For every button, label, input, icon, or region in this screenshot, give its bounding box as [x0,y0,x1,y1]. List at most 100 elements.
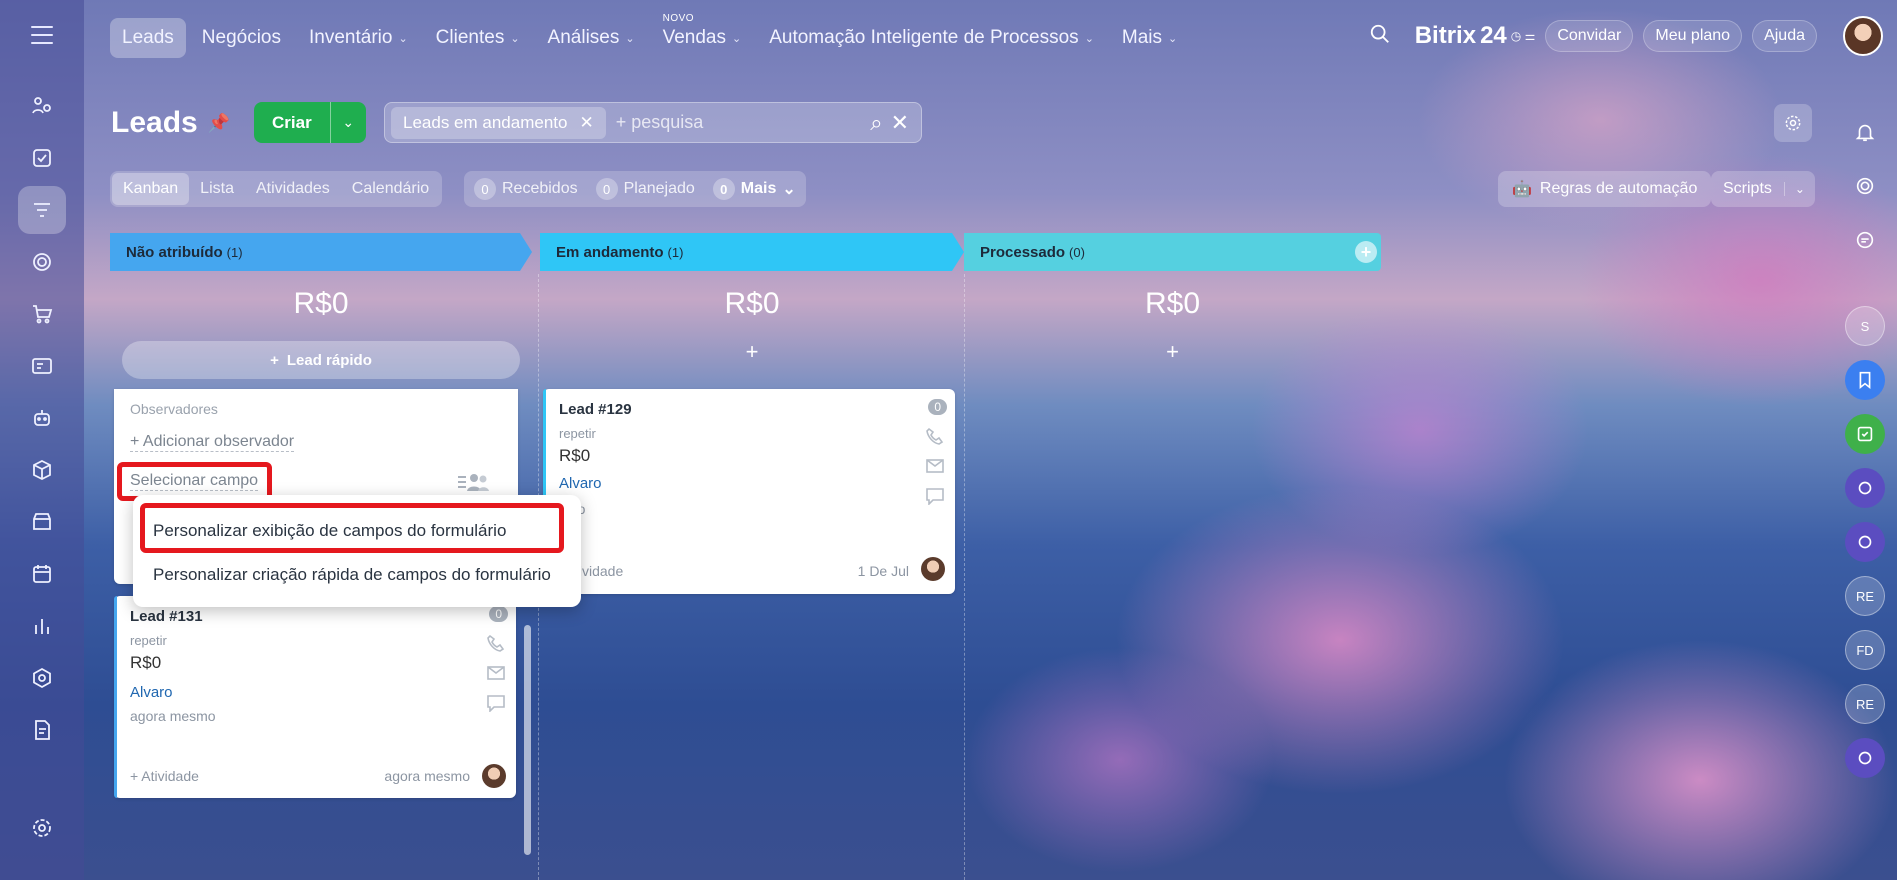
view-tab-2[interactable]: Atividades [245,173,341,205]
quick-add-button[interactable]: + [964,339,1381,377]
nav-item-label: Leads [122,27,174,48]
my-plan-button[interactable]: Meu plano [1643,20,1743,52]
user-avatar[interactable] [1843,16,1883,56]
store-icon[interactable] [18,498,66,546]
filter-chip[interactable]: Leads em andamento ✕ [391,106,606,139]
automation-rules-button[interactable]: 🤖 Regras de automação [1498,171,1712,207]
lead-card-131[interactable]: Lead #131 0 repetir R$0 Alvaro agora mes… [114,596,516,798]
message-icon[interactable] [486,694,506,712]
target-icon[interactable] [18,238,66,286]
add-activity-link[interactable]: + Atividade [130,768,199,784]
contacts-icon[interactable] [18,342,66,390]
analytics-icon[interactable] [18,602,66,650]
create-label[interactable]: Criar [254,102,330,143]
card-title[interactable]: Lead #129 [559,401,632,418]
chat-avatar-re-2[interactable]: RE [1845,684,1885,724]
card-subtitle: repetir [130,633,167,648]
nav-item-4[interactable]: Análises ⌄ [536,18,647,58]
bookmark-icon[interactable] [1845,360,1885,400]
view-tab-3[interactable]: Calendário [341,173,440,205]
scripts-label[interactable]: Scripts [1711,180,1784,198]
message-icon[interactable] [925,487,945,505]
people-icon[interactable] [456,471,490,498]
chat-avatar-s[interactable]: S [1845,306,1885,346]
gear-icon [1785,115,1801,131]
menu-item-customize-quick-create[interactable]: Personalizar criação rápida de campos do… [153,565,551,585]
nav-item-1[interactable]: Negócios [190,18,293,58]
view-tab-1[interactable]: Lista [189,173,245,205]
card-avatar[interactable] [482,764,506,788]
crm-icon[interactable] [18,82,66,130]
search-input[interactable]: + pesquisa [616,112,871,133]
plus-icon: + [270,351,279,369]
bell-icon[interactable] [1845,112,1885,152]
card-person-link[interactable]: Alvaro [559,475,602,492]
box-icon[interactable] [18,446,66,494]
tasks-icon[interactable] [18,134,66,182]
scrollbar[interactable] [524,625,531,855]
column-title: Em andamento [556,243,664,261]
help-button[interactable]: Ajuda [1752,20,1817,52]
page-title-text: Leads [111,106,198,139]
cart-icon[interactable] [18,290,66,338]
card-person-link[interactable]: Alvaro [130,684,173,701]
copilot-icon[interactable] [1845,166,1885,206]
add-observer-link[interactable]: + Adicionar observador [130,433,295,452]
phone-icon[interactable] [925,427,945,445]
clear-icon[interactable]: ✕ [891,110,909,136]
create-button[interactable]: Criar ⌄ [254,102,366,143]
nav-item-6[interactable]: Automação Inteligente de Processos ⌄ [757,18,1106,58]
view-tab-0[interactable]: Kanban [112,173,190,205]
card-title[interactable]: Lead #131 [130,608,203,625]
chat-icon[interactable] [1845,220,1885,260]
openlines-icon-2[interactable] [1845,522,1885,562]
search-icon[interactable]: ⌕ [870,110,882,136]
close-icon[interactable]: ✕ [579,113,593,133]
calendar-icon[interactable] [18,550,66,598]
pin-icon[interactable]: 📌 [208,113,230,134]
column-header[interactable]: Em andamento (1) [540,233,964,271]
nav-item-3[interactable]: Clientes ⌄ [424,18,532,58]
funnel-icon[interactable] [18,186,66,234]
settings-icon[interactable] [18,804,66,852]
column-header[interactable]: Não atribuído (1) [110,233,532,271]
counter-filter-2[interactable]: 0 Mais ⌄ [712,178,796,200]
nav-item-0[interactable]: Leads [110,18,186,58]
observers-label: Observadores [130,401,218,417]
filter-search-box[interactable]: Leads em andamento ✕ + pesquisa ⌕ ✕ [384,102,922,143]
column-count: (1) [226,244,243,260]
search-icon[interactable] [1369,23,1391,50]
mail-icon[interactable] [486,664,506,682]
invite-button[interactable]: Convidar [1545,20,1634,52]
phone-icon[interactable] [486,634,506,652]
check-calendar-icon[interactable] [1845,414,1885,454]
scripts-button[interactable]: Scripts ⌄ [1711,171,1815,207]
chevron-down-icon[interactable]: ⌄ [329,102,366,143]
chevron-down-icon[interactable]: ⌄ [1783,182,1815,196]
card-avatar[interactable] [921,557,945,581]
column-count: (1) [667,244,684,260]
chat-avatar-fd[interactable]: FD [1845,630,1885,670]
counter-filter-0[interactable]: 0 Recebidos [474,178,578,200]
quick-lead-button[interactable]: + Lead rápido [122,341,520,379]
hexagon-icon[interactable] [18,654,66,702]
openlines-icon[interactable] [1845,468,1885,508]
brand-logo: Bitrix 24 ◷ ⚌ [1415,22,1536,50]
nav-item-7[interactable]: Mais ⌄ [1110,18,1189,58]
column-header[interactable]: Processado (0) + [964,233,1381,271]
nav-item-5[interactable]: NOVO Vendas ⌄ [651,13,754,58]
mail-icon[interactable] [925,457,945,475]
nav-item-2[interactable]: Inventário ⌄ [297,18,420,58]
counter-filter-1[interactable]: 0 Planejado [595,178,695,200]
openlines-icon-3[interactable] [1845,738,1885,778]
chat-avatar-re[interactable]: RE [1845,576,1885,616]
robot-icon[interactable] [18,394,66,442]
document-edit-icon[interactable] [18,706,66,754]
add-activity-link[interactable]: tividade [575,563,623,579]
lead-card-129[interactable]: Lead #129 0 repetir R$0 Alvaro ulho tivi… [543,389,955,594]
page-title: Leads 📌 [111,106,230,140]
menu-icon[interactable] [31,26,53,44]
settings-button[interactable] [1774,104,1812,142]
quick-add-button[interactable]: + [540,339,964,377]
add-column-icon[interactable]: + [1355,241,1377,263]
